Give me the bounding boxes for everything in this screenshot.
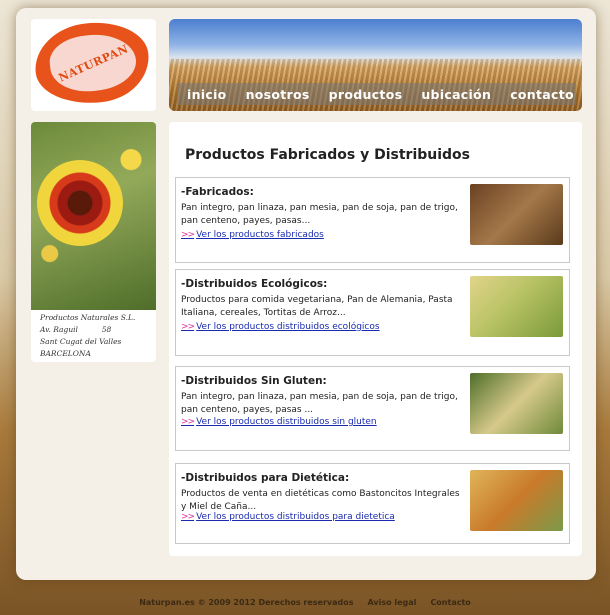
address-line: BARCELONA <box>40 349 91 358</box>
card-link[interactable]: >> Ver los productos distribuidos ecológi… <box>181 322 380 332</box>
address-line: Sant Cugat del Valles <box>40 337 122 346</box>
nav-nosotros[interactable]: nosotros <box>246 87 310 102</box>
product-card-fabricados: -Fabricados: Pan integro, pan linaza, pa… <box>175 177 570 263</box>
card-heading: -Fabricados: <box>181 186 254 198</box>
card-link[interactable]: >> Ver los productos distribuidos para di… <box>181 512 395 522</box>
legal-link[interactable]: Aviso legal <box>367 598 416 607</box>
header-banner: inicio nosotros productos ubicación cont… <box>169 19 582 111</box>
nav-productos[interactable]: productos <box>329 87 403 102</box>
copyright-text: Naturpan.es © 2009 2012 Derechos reserva… <box>139 598 354 607</box>
card-link-text: Ver los productos distribuidos para diet… <box>196 512 395 522</box>
card-link-text: Ver los productos fabricados <box>196 230 324 240</box>
main-content: Productos Fabricados y Distribuidos -Fab… <box>169 122 582 556</box>
flower-blossom <box>37 160 123 246</box>
page-title: Productos Fabricados y Distribuidos <box>185 147 471 163</box>
card-description: Productos de venta en dietéticas como Ba… <box>181 489 460 512</box>
nav-inicio[interactable]: inicio <box>187 87 227 102</box>
nav-ubicacion[interactable]: ubicación <box>421 87 491 102</box>
card-link[interactable]: >> Ver los productos distribuidos sin glu… <box>181 417 377 427</box>
contact-link[interactable]: Contacto <box>430 598 470 607</box>
main-nav: inicio nosotros productos ubicación cont… <box>177 83 576 105</box>
arrow-icon: >> <box>181 417 195 427</box>
company-address: Productos Naturales S.L. Av. Raguil 58 S… <box>40 312 135 360</box>
footer: Naturpan.es © 2009 2012 Derechos reserva… <box>0 598 610 607</box>
arrow-icon: >> <box>181 512 195 522</box>
card-link[interactable]: >> Ver los productos fabricados <box>181 230 324 240</box>
product-card-dietetica: -Distribuidos para Dietética: Productos … <box>175 463 570 544</box>
bread-image <box>470 184 563 245</box>
arrow-icon: >> <box>181 322 195 332</box>
nav-contacto[interactable]: contacto <box>510 87 574 102</box>
dietetic-products-image <box>470 470 563 531</box>
logo-text: NATURPAN <box>56 41 130 85</box>
card-description: Productos para comida vegetariana, Pan d… <box>181 295 453 318</box>
card-link-text: Ver los productos distribuidos sin glute… <box>196 417 377 427</box>
card-description: Pan integro, pan linaza, pan mesia, pan … <box>181 392 458 415</box>
arrow-icon: >> <box>181 230 195 240</box>
card-heading: -Distribuidos Sin Gluten: <box>181 375 327 387</box>
card-description: Pan integro, pan linaza, pan mesia, pan … <box>181 203 458 226</box>
product-card-ecologicos: -Distribuidos Ecológicos: Productos para… <box>175 269 570 356</box>
logo[interactable]: NATURPAN <box>31 17 156 111</box>
sidebar: Productos Naturales S.L. Av. Raguil 58 S… <box>31 122 156 362</box>
flower-image <box>31 122 156 310</box>
gluten-free-products-image <box>470 373 563 434</box>
address-line: Av. Raguil 58 <box>40 325 112 334</box>
card-heading: -Distribuidos para Dietética: <box>181 472 350 484</box>
card-heading: -Distribuidos Ecológicos: <box>181 278 328 290</box>
card-link-text: Ver los productos distribuidos ecológico… <box>196 322 380 332</box>
ecological-products-image <box>470 276 563 337</box>
logo-shape: NATURPAN <box>31 17 153 109</box>
product-card-sin-gluten: -Distribuidos Sin Gluten: Pan integro, p… <box>175 366 570 451</box>
address-line: Productos Naturales S.L. <box>40 313 136 322</box>
